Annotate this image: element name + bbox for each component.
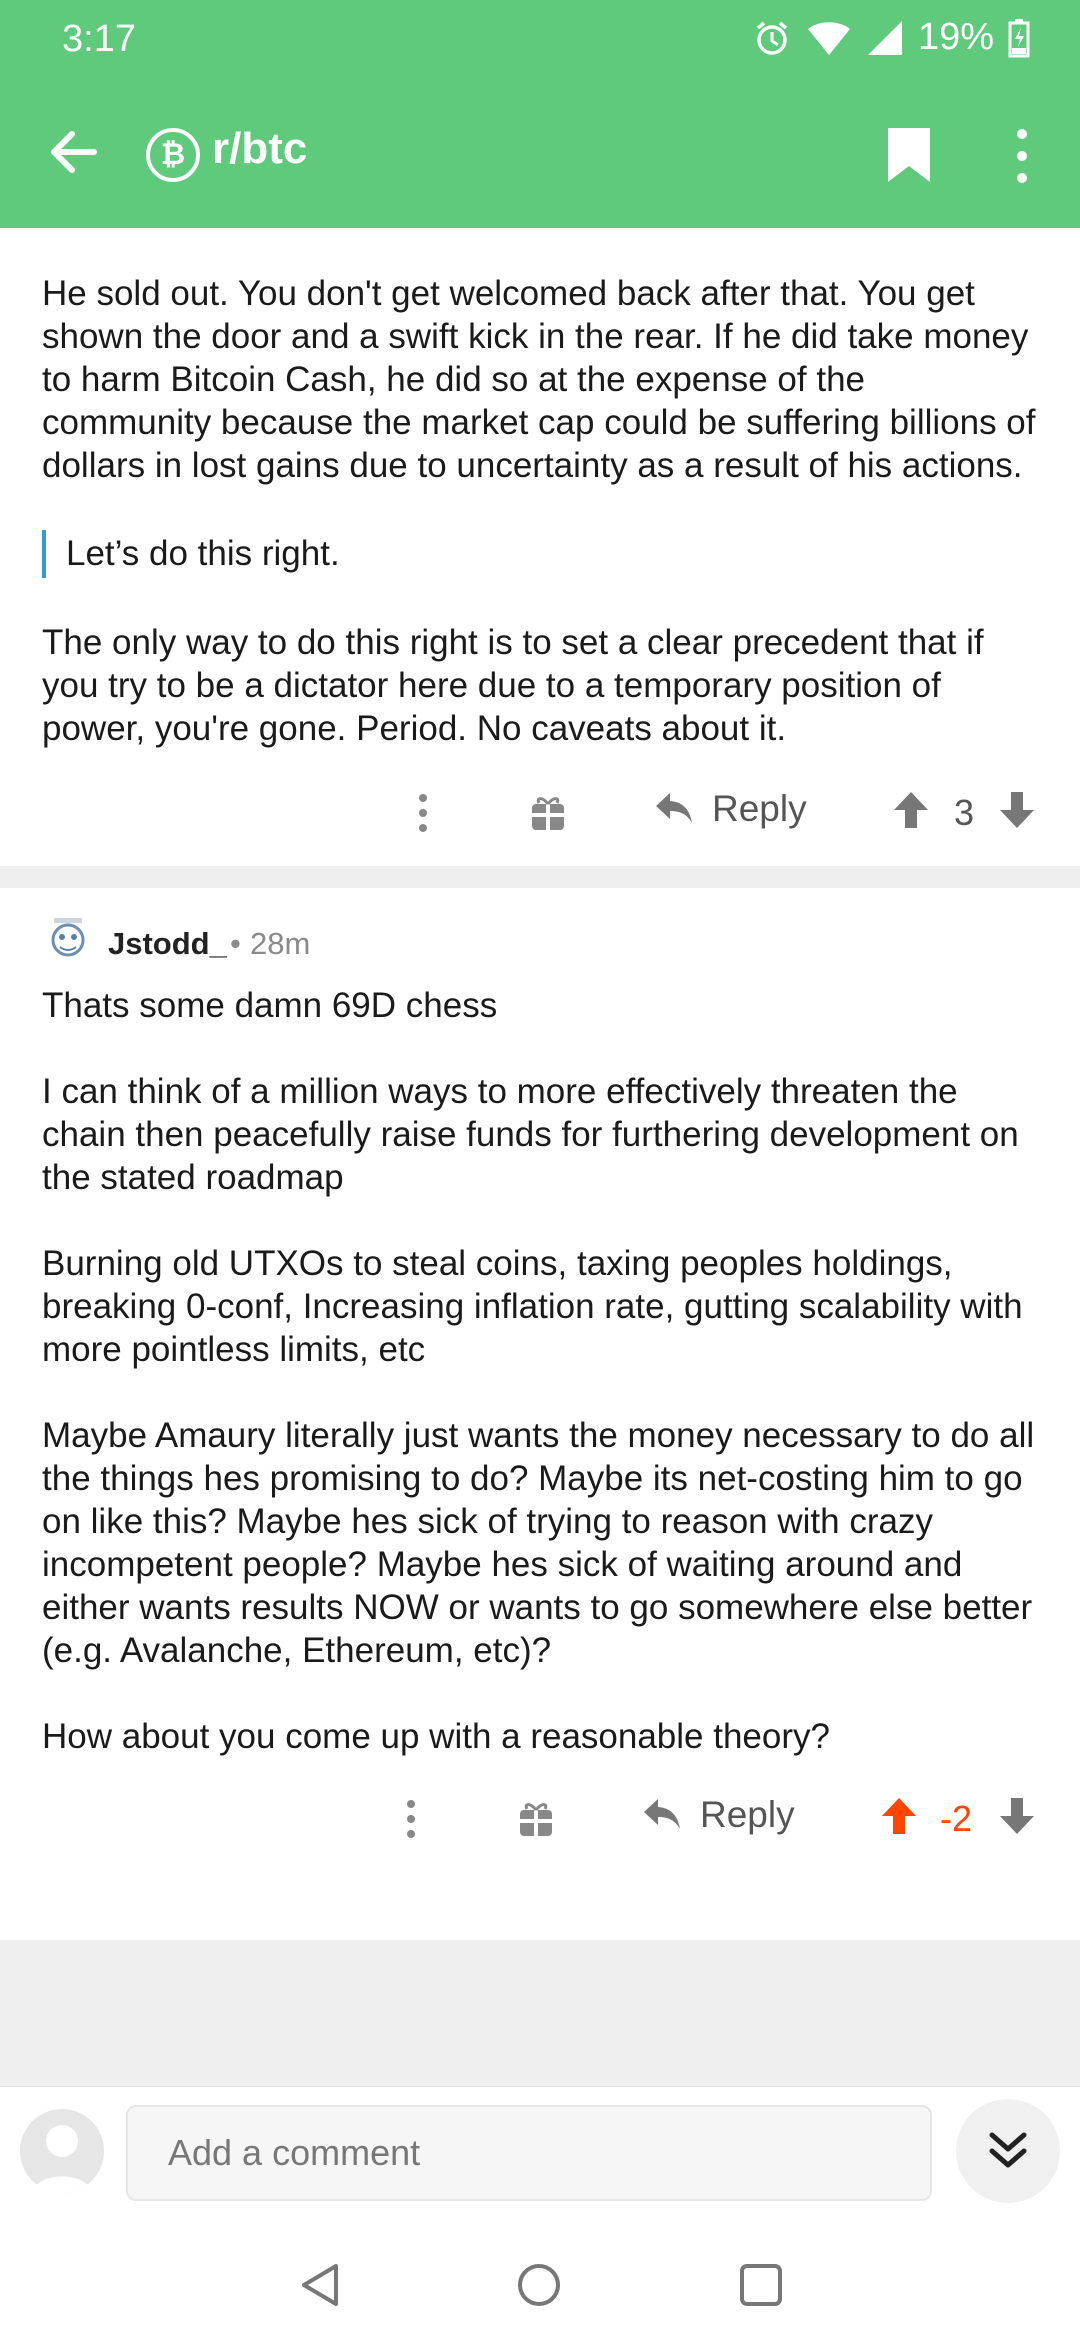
- alarm-icon: [756, 21, 788, 55]
- comment-score: 3: [954, 792, 975, 833]
- reply-button[interactable]: Reply: [654, 788, 807, 830]
- comment-body: He sold out. You don't get welcomed back…: [0, 228, 1080, 750]
- comment-paragraph: How about you come up with a reasonable …: [42, 1717, 830, 1756]
- comment-author[interactable]: Jstodd_: [108, 926, 227, 962]
- double-chevron-down-icon: [989, 2132, 1027, 2168]
- scroll-down-button[interactable]: [956, 2099, 1060, 2203]
- more-options-icon[interactable]: [408, 790, 438, 836]
- signal-icon: [867, 20, 902, 55]
- comment-paragraph: The only way to do this right is to set …: [42, 623, 984, 748]
- comment-input[interactable]: Add a comment: [126, 2105, 932, 2201]
- gift-icon[interactable]: [530, 794, 566, 832]
- comment-composer: Add a comment: [0, 2086, 1080, 2220]
- status-icons: 19%: [752, 16, 1030, 59]
- status-bar: 3:17 19%: [0, 0, 1080, 80]
- system-nav-bar: [0, 2220, 1080, 2340]
- upvote-icon[interactable]: [892, 790, 930, 830]
- blockquote: Let’s do this right.: [42, 530, 1038, 578]
- comment-paragraph: I can think of a million ways to more ef…: [42, 1072, 1019, 1197]
- comment-paragraph: Maybe Amaury literally just wants the mo…: [42, 1416, 1035, 1670]
- more-options-icon[interactable]: [1000, 124, 1044, 188]
- subreddit-title[interactable]: r/btc: [212, 124, 307, 174]
- reply-icon: [644, 1799, 680, 1829]
- wifi-icon: [807, 21, 850, 55]
- back-arrow-icon[interactable]: [44, 122, 104, 182]
- comment-divider: [0, 866, 1080, 888]
- bookmark-icon[interactable]: [886, 126, 932, 184]
- comment: Jstodd_ • 28m Thats some damn 69D chess …: [0, 888, 1080, 1870]
- more-options-icon[interactable]: [396, 1796, 426, 1842]
- comment-paragraph: Burning old UTXOs to steal coins, taxing…: [42, 1244, 1023, 1369]
- nav-recents-icon[interactable]: [736, 2260, 786, 2310]
- default-avatar-icon: [32, 2125, 92, 2193]
- gift-icon[interactable]: [518, 1800, 554, 1838]
- user-avatar[interactable]: [48, 916, 88, 962]
- comment-time: 28m: [250, 926, 311, 961]
- list-end-spacer: [0, 1940, 1080, 2086]
- comment-header: Jstodd_ • 28m: [0, 888, 1080, 968]
- toolbar: ₿ r/btc: [0, 100, 1080, 210]
- comment: He sold out. You don't get welcomed back…: [0, 228, 1080, 864]
- app-header: 3:17 19% ₿ r/btc: [0, 0, 1080, 228]
- status-time: 3:17: [62, 18, 136, 60]
- separator-dot: •: [230, 926, 241, 961]
- battery-percent: 19%: [917, 16, 994, 58]
- nav-back-icon[interactable]: [296, 2260, 346, 2310]
- reply-button[interactable]: Reply: [642, 1794, 795, 1836]
- downvote-icon[interactable]: [998, 1796, 1036, 1836]
- comment-actions: Reply -2: [0, 1770, 1080, 1870]
- user-avatar[interactable]: [20, 2109, 104, 2193]
- reply-icon: [656, 793, 692, 823]
- upvote-icon[interactable]: [880, 1796, 918, 1836]
- comments-list: He sold out. You don't get welcomed back…: [0, 228, 1080, 1870]
- comment-body: Thats some damn 69D chess I can think of…: [0, 968, 1080, 1758]
- battery-charging-icon: [1008, 18, 1030, 57]
- comment-score: -2: [940, 1798, 973, 1839]
- nav-home-icon[interactable]: [514, 2260, 564, 2310]
- downvote-icon[interactable]: [998, 790, 1036, 830]
- subreddit-icon[interactable]: ₿: [146, 128, 200, 182]
- comment-actions: Reply 3: [0, 764, 1080, 864]
- comment-paragraph: He sold out. You don't get welcomed back…: [42, 274, 1036, 485]
- comment-paragraph: Thats some damn 69D chess: [42, 986, 498, 1025]
